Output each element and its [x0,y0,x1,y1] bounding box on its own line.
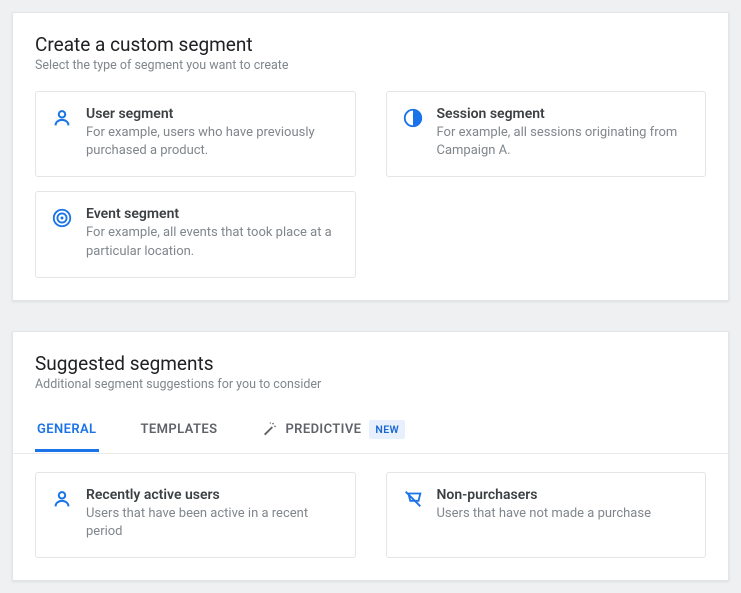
suggested-segments-panel: Suggested segments Additional segment su… [12,331,729,581]
segment-type-grid: User segment For example, users who have… [35,91,706,278]
magic-wand-icon [261,421,277,437]
user-icon [50,487,74,511]
non-purchase-icon [401,487,425,511]
suggested-tabs: GENERAL TEMPLATES PREDICTIVE NEW [13,410,728,454]
suggestion-title: Non-purchasers [437,487,651,503]
tab-predictive[interactable]: PREDICTIVE NEW [259,410,407,454]
segment-type-desc: For example, all events that took place … [86,224,339,260]
suggestion-desc: Users that have been active in a recent … [86,505,339,541]
badge-new: NEW [369,420,405,439]
create-title: Create a custom segment [35,33,706,56]
suggested-title: Suggested segments [35,352,706,375]
tab-label: GENERAL [37,422,97,437]
suggestion-desc: Users that have not made a purchase [437,505,651,523]
suggested-subtitle: Additional segment suggestions for you t… [35,377,706,392]
tab-label: TEMPLATES [141,422,218,437]
user-icon [50,106,74,130]
suggested-grid: Recently active users Users that have be… [35,472,706,558]
segment-type-session[interactable]: Session segment For example, all session… [386,91,707,177]
tab-general[interactable]: GENERAL [35,412,99,452]
segment-type-title: User segment [86,106,339,122]
segment-type-desc: For example, all sessions originating fr… [437,124,690,160]
suggestion-non-purchasers[interactable]: Non-purchasers Users that have not made … [386,472,707,558]
session-icon [401,106,425,130]
create-segment-panel: Create a custom segment Select the type … [12,12,729,301]
suggestion-recently-active[interactable]: Recently active users Users that have be… [35,472,356,558]
event-icon [50,206,74,230]
tab-label: PREDICTIVE [285,422,361,437]
segment-type-title: Session segment [437,106,690,122]
create-subtitle: Select the type of segment you want to c… [35,58,706,73]
segment-type-desc: For example, users who have previously p… [86,124,339,160]
segment-type-event[interactable]: Event segment For example, all events th… [35,191,356,277]
segment-type-title: Event segment [86,206,339,222]
segment-type-user[interactable]: User segment For example, users who have… [35,91,356,177]
suggestion-title: Recently active users [86,487,339,503]
tab-templates[interactable]: TEMPLATES [139,412,220,452]
